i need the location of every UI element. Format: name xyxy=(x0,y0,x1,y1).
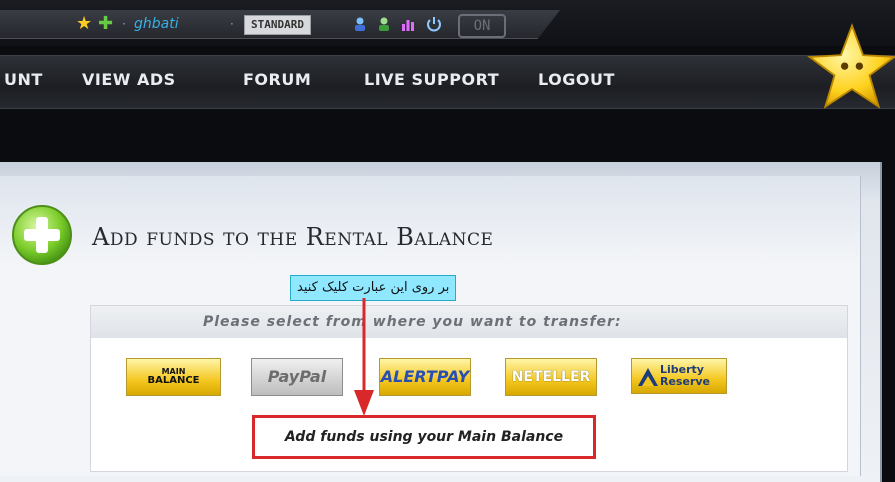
separator-dot: · xyxy=(122,17,126,31)
big-star-icon xyxy=(807,23,895,109)
top-bar: ★ ✚ · ghbati · STANDARD ON xyxy=(0,0,895,46)
username[interactable]: ghbati xyxy=(134,14,179,34)
user-icon[interactable] xyxy=(352,16,368,32)
on-toggle[interactable]: ON xyxy=(458,14,506,38)
membership-badge: STANDARD xyxy=(244,15,311,35)
neteller-button[interactable]: NETELLER xyxy=(505,358,597,396)
add-funds-main-balance-link[interactable]: Add funds using your Main Balance xyxy=(252,415,596,459)
liberty-reserve-button[interactable]: Liberty Reserve xyxy=(631,358,727,394)
nav-item-live-support[interactable]: LIVE SUPPORT xyxy=(364,70,499,89)
separator-dot: · xyxy=(230,17,234,31)
main-nav: UNT VIEW ADS FORUM LIVE SUPPORT LOGOUT xyxy=(0,55,895,109)
star-icon[interactable]: ★ xyxy=(76,14,92,34)
main-balance-bottom-label: BALANCE xyxy=(147,375,200,386)
nav-item-logout[interactable]: LOGOUT xyxy=(538,70,615,89)
nav-item-account[interactable]: UNT xyxy=(4,70,43,89)
paypal-button[interactable]: PayPal xyxy=(251,358,343,396)
user-icon[interactable] xyxy=(376,16,392,32)
add-circle-icon xyxy=(12,205,72,265)
main-balance-button[interactable]: MAIN BALANCE xyxy=(126,358,221,396)
page-title: Add funds to the Rental Balance xyxy=(92,223,494,251)
select-prompt: Please select from where you want to tra… xyxy=(203,314,622,330)
nav-item-view-ads[interactable]: VIEW ADS xyxy=(82,70,176,89)
stats-icon[interactable] xyxy=(400,16,416,32)
arrow-down-icon xyxy=(354,298,374,416)
plus-icon[interactable]: ✚ xyxy=(98,14,113,34)
alertpay-button[interactable]: ALERTPAY xyxy=(379,358,471,396)
liberty-bottom-label: Reserve xyxy=(660,375,710,388)
power-icon[interactable] xyxy=(426,16,442,32)
select-header: Please select from where you want to tra… xyxy=(91,306,847,338)
nav-item-forum[interactable]: FORUM xyxy=(243,70,311,89)
liberty-logo-icon xyxy=(638,368,658,386)
